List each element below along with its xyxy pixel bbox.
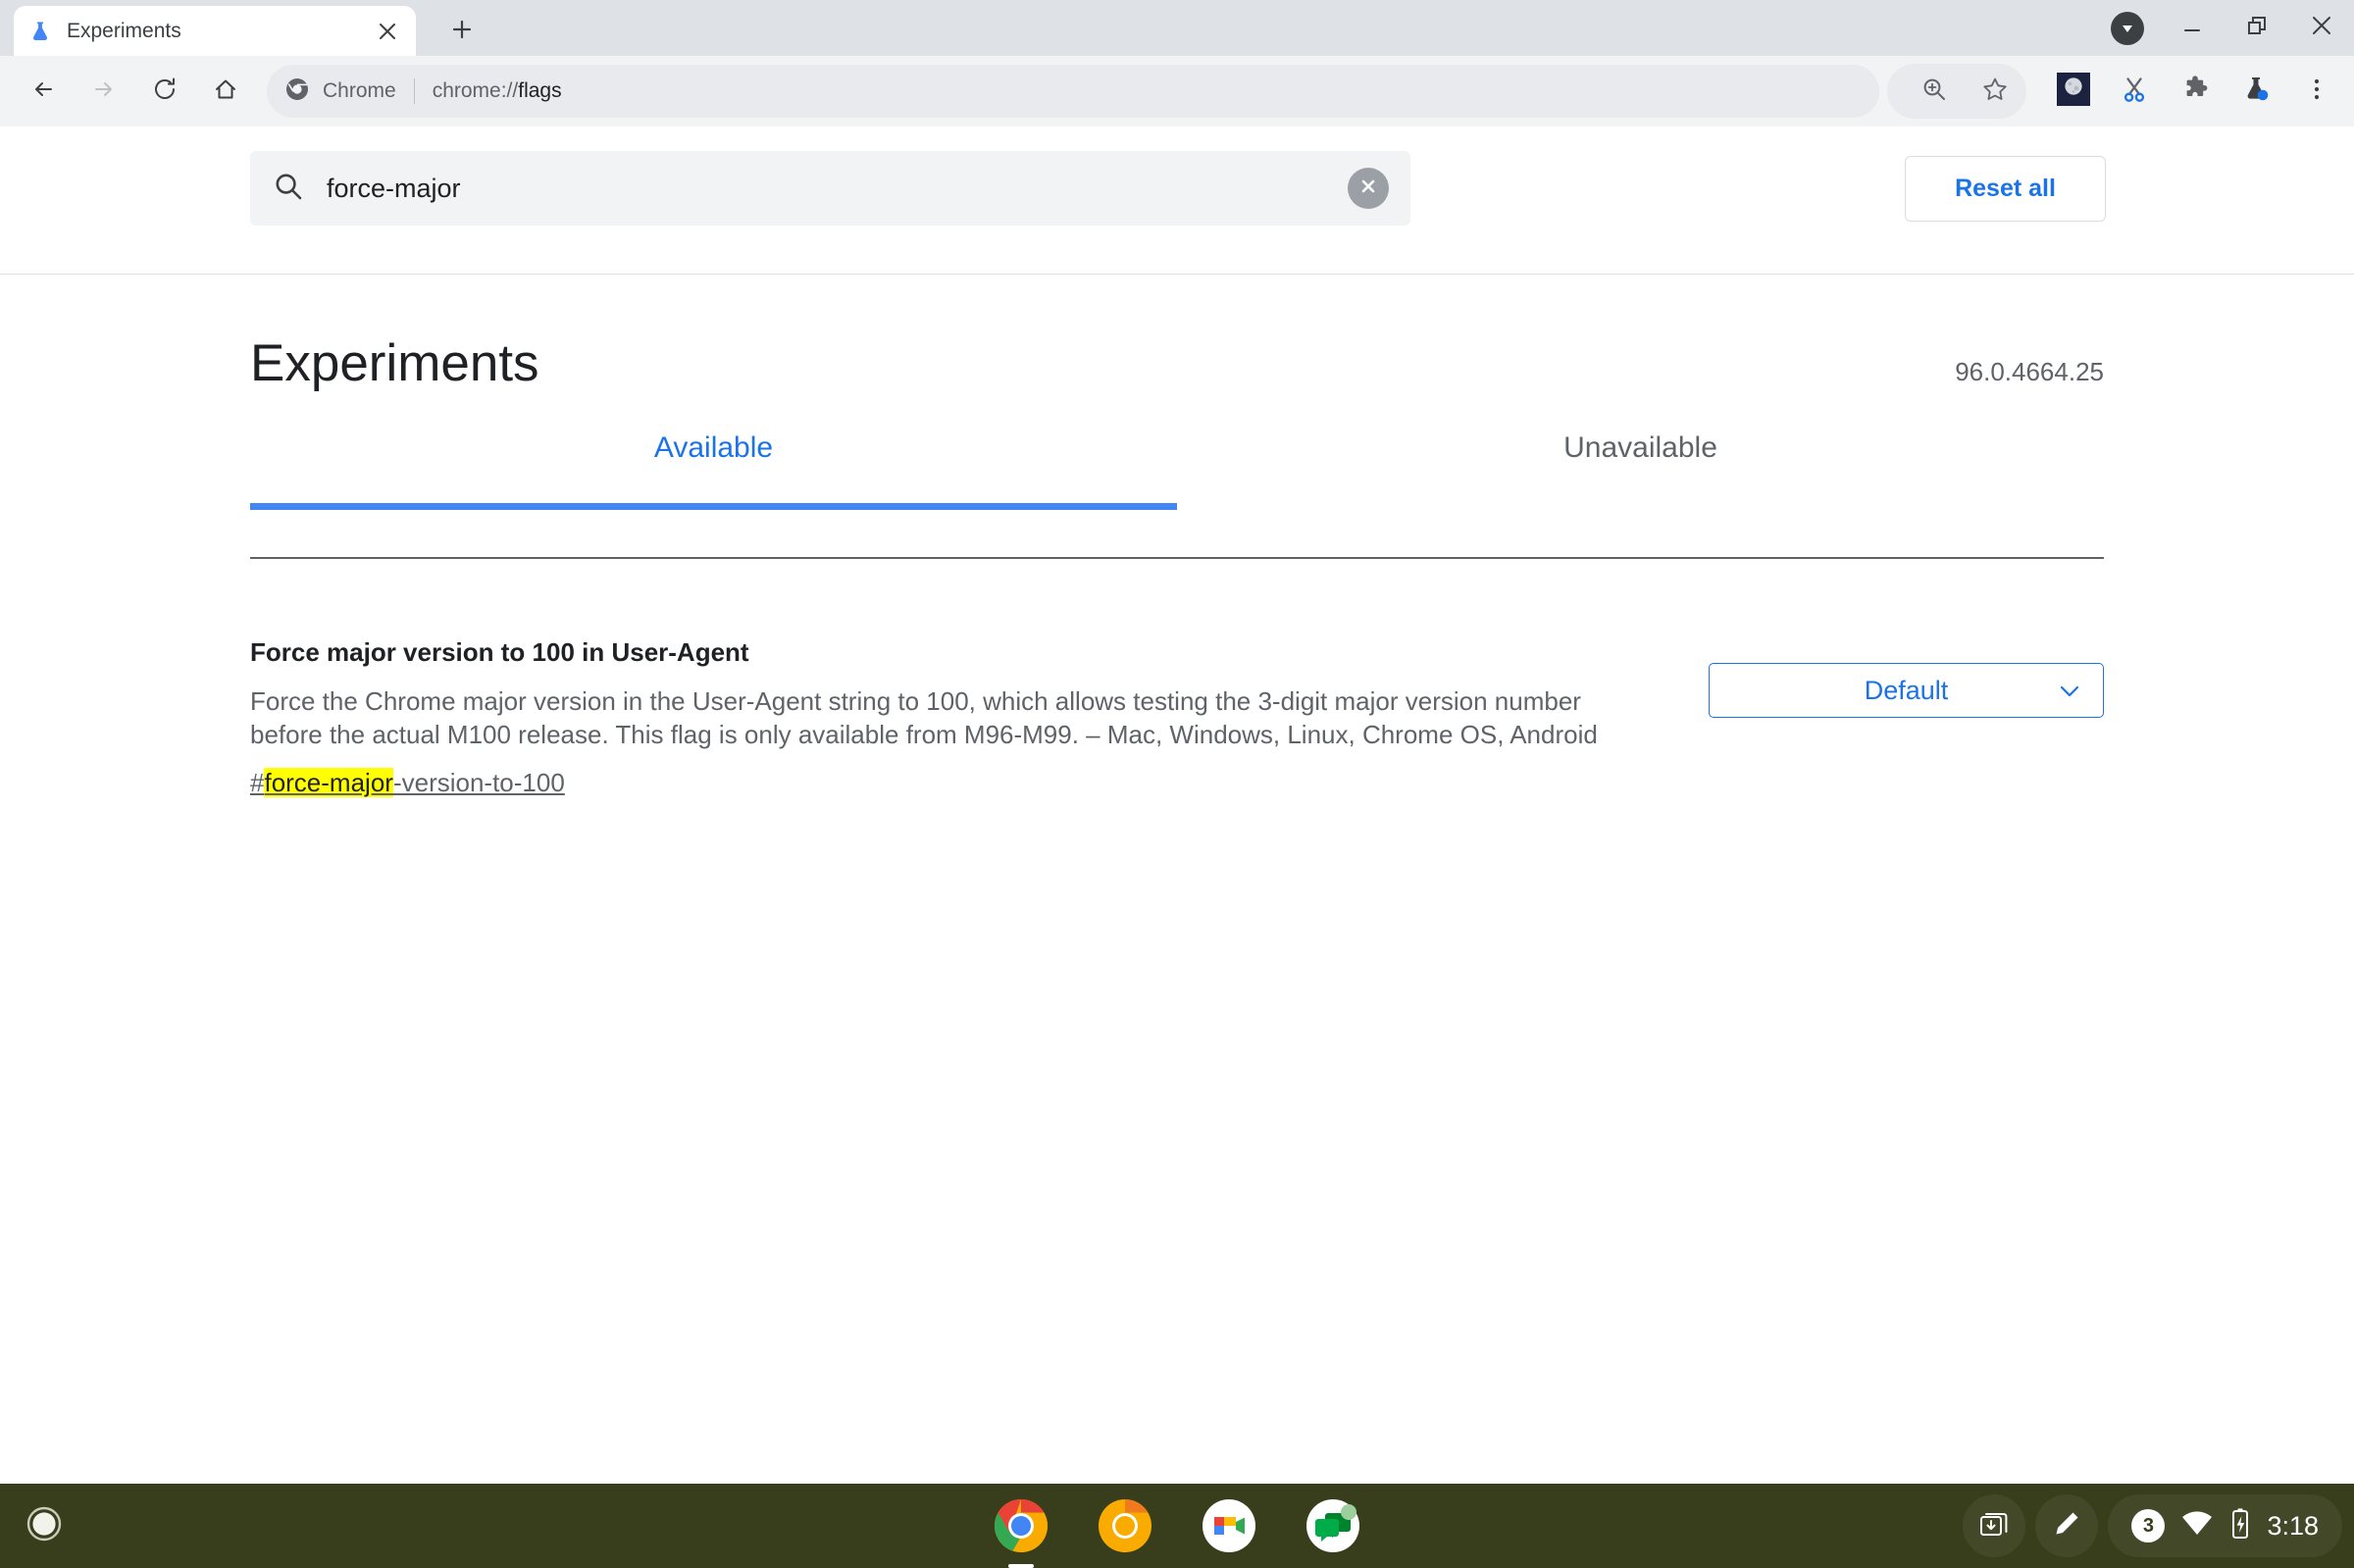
flag-permalink-hash: #: [250, 767, 265, 797]
browser-tab-experiments[interactable]: Experiments: [14, 6, 416, 56]
omnibox-url-prefix: chrome://: [432, 79, 519, 102]
back-button[interactable]: [16, 64, 71, 119]
reload-icon: [151, 76, 179, 108]
three-dot-menu-icon: [2304, 76, 2329, 107]
flags-tabs: Available Unavailable: [250, 431, 2104, 559]
bookmark-button[interactable]: [1968, 64, 2022, 119]
flag-description: Force the Chrome major version in the Us…: [250, 686, 1598, 749]
flags-indicator-button[interactable]: [2228, 64, 2283, 119]
shelf-app-chrome[interactable]: [993, 1497, 1049, 1568]
tab-unavailable[interactable]: Unavailable: [1177, 431, 2104, 510]
wifi-icon: [2180, 1509, 2214, 1543]
flag-permalink-rest: -version-to-100: [392, 767, 565, 797]
search-box[interactable]: [250, 151, 1410, 226]
puzzle-piece-icon: [2181, 75, 2209, 108]
clock-label: 3:18: [2267, 1510, 2319, 1541]
shelf-app-list: [993, 1484, 1361, 1568]
flags-tabs-row: Available Unavailable: [250, 431, 2104, 510]
close-icon: [2309, 13, 2334, 43]
app-active-indicator: [1008, 1564, 1034, 1568]
forward-arrow-icon: [90, 76, 118, 108]
version-label: 96.0.4664.25: [1955, 357, 2104, 386]
scissors-extension-icon: [2120, 75, 2149, 109]
tabs-baseline: [250, 557, 2104, 559]
downloads-tray-button[interactable]: [1963, 1494, 2026, 1557]
minimize-button[interactable]: [2160, 0, 2225, 56]
dark-mode-extension-icon: [2057, 72, 2090, 111]
system-status-area: 3 3:18: [1963, 1484, 2342, 1568]
search-icon: [272, 170, 305, 208]
launcher-button[interactable]: [14, 1495, 75, 1556]
omnibox-chip-label: Chrome: [323, 79, 396, 102]
chromeos-browser-window: Experiments Chrome chrome://flags force-…: [0, 0, 2354, 1568]
home-icon: [212, 76, 239, 108]
minimize-icon: [2180, 14, 2204, 42]
forward-button[interactable]: [77, 64, 131, 119]
download-badge-icon: [2111, 11, 2144, 45]
google-meet-app-icon: [1203, 1499, 1255, 1552]
omnibox-divider: [413, 78, 415, 104]
close-window-button[interactable]: [2289, 0, 2354, 56]
system-shelf: 3 3:18: [0, 1484, 2354, 1568]
chevron-down-icon: [2056, 678, 2083, 710]
google-chat-app-icon: [1306, 1499, 1359, 1552]
window-controls: [2095, 0, 2354, 56]
omnibox-url: chrome://flags: [433, 79, 562, 103]
page-title: Experiments: [250, 334, 539, 392]
address-bar[interactable]: Chrome chrome://flags: [267, 65, 1879, 118]
system-tray[interactable]: 3 3:18: [2108, 1494, 2342, 1557]
clear-x-icon: [1357, 176, 1379, 202]
plus-icon: [450, 18, 474, 46]
shelf-app-chrome-canary[interactable]: [1097, 1497, 1153, 1554]
flag-state-value: Default: [1864, 675, 1949, 705]
reload-button[interactable]: [137, 64, 192, 119]
restore-button[interactable]: [2225, 0, 2289, 56]
stylus-button[interactable]: [2035, 1494, 2099, 1557]
downloads-tray-icon: [1977, 1507, 2011, 1545]
clear-search-button[interactable]: [1348, 168, 1389, 209]
close-icon[interactable]: [373, 17, 402, 46]
flag-state-select[interactable]: Default: [1709, 663, 2104, 718]
shelf-app-google-chat[interactable]: [1305, 1497, 1361, 1554]
extensions-button[interactable]: [2168, 64, 2223, 119]
new-tab-button[interactable]: [443, 13, 481, 50]
back-arrow-icon: [29, 76, 57, 108]
flag-text-block: Force major version to 100 in User-Agent…: [250, 637, 1638, 798]
omnibox-url-suffix: flags: [518, 79, 562, 102]
notification-count-badge: 3: [2131, 1509, 2166, 1543]
omnibox-actions-pill: [1887, 64, 2026, 119]
search-input[interactable]: [327, 173, 1348, 204]
flag-permalink-highlight: force-major: [264, 767, 393, 797]
download-indicator-button[interactable]: [2095, 0, 2160, 56]
browser-toolbar: Chrome chrome://flags: [0, 56, 2354, 126]
reset-all-button[interactable]: Reset all: [1905, 156, 2106, 222]
restore-icon: [2245, 14, 2269, 42]
omnibox-chip: Chrome: [284, 76, 396, 107]
battery-charging-icon: [2229, 1507, 2251, 1545]
chrome-logo-icon: [284, 76, 310, 107]
scissors-extension-button[interactable]: [2107, 64, 2162, 119]
stylus-pen-icon: [2051, 1508, 2082, 1544]
flask-flag-icon: [2241, 75, 2271, 109]
flag-entry: Force major version to 100 in User-Agent…: [250, 637, 2104, 798]
toolbar-actions: [1887, 64, 2354, 119]
star-icon: [1981, 76, 2009, 108]
zoom-in-icon: [1920, 76, 1948, 108]
tab-available[interactable]: Available: [250, 431, 1177, 510]
shelf-app-google-meet[interactable]: [1201, 1497, 1257, 1554]
zoom-button[interactable]: [1907, 64, 1962, 119]
chrome-canary-app-icon: [1099, 1499, 1151, 1552]
flask-icon: [27, 19, 53, 44]
flag-permalink[interactable]: #force-major-version-to-100: [250, 767, 565, 798]
tab-strip: Experiments: [0, 0, 2354, 56]
dark-mode-extension-button[interactable]: [2046, 64, 2101, 119]
chrome-app-icon: [994, 1499, 1049, 1552]
tab-title: Experiments: [67, 19, 181, 42]
page-header-row: Experiments 96.0.4664.25: [250, 333, 2104, 393]
launcher-circle-icon: [23, 1502, 66, 1550]
three-dot-menu-button[interactable]: [2289, 64, 2344, 119]
home-button[interactable]: [198, 64, 253, 119]
flag-title: Force major version to 100 in User-Agent: [250, 637, 749, 667]
